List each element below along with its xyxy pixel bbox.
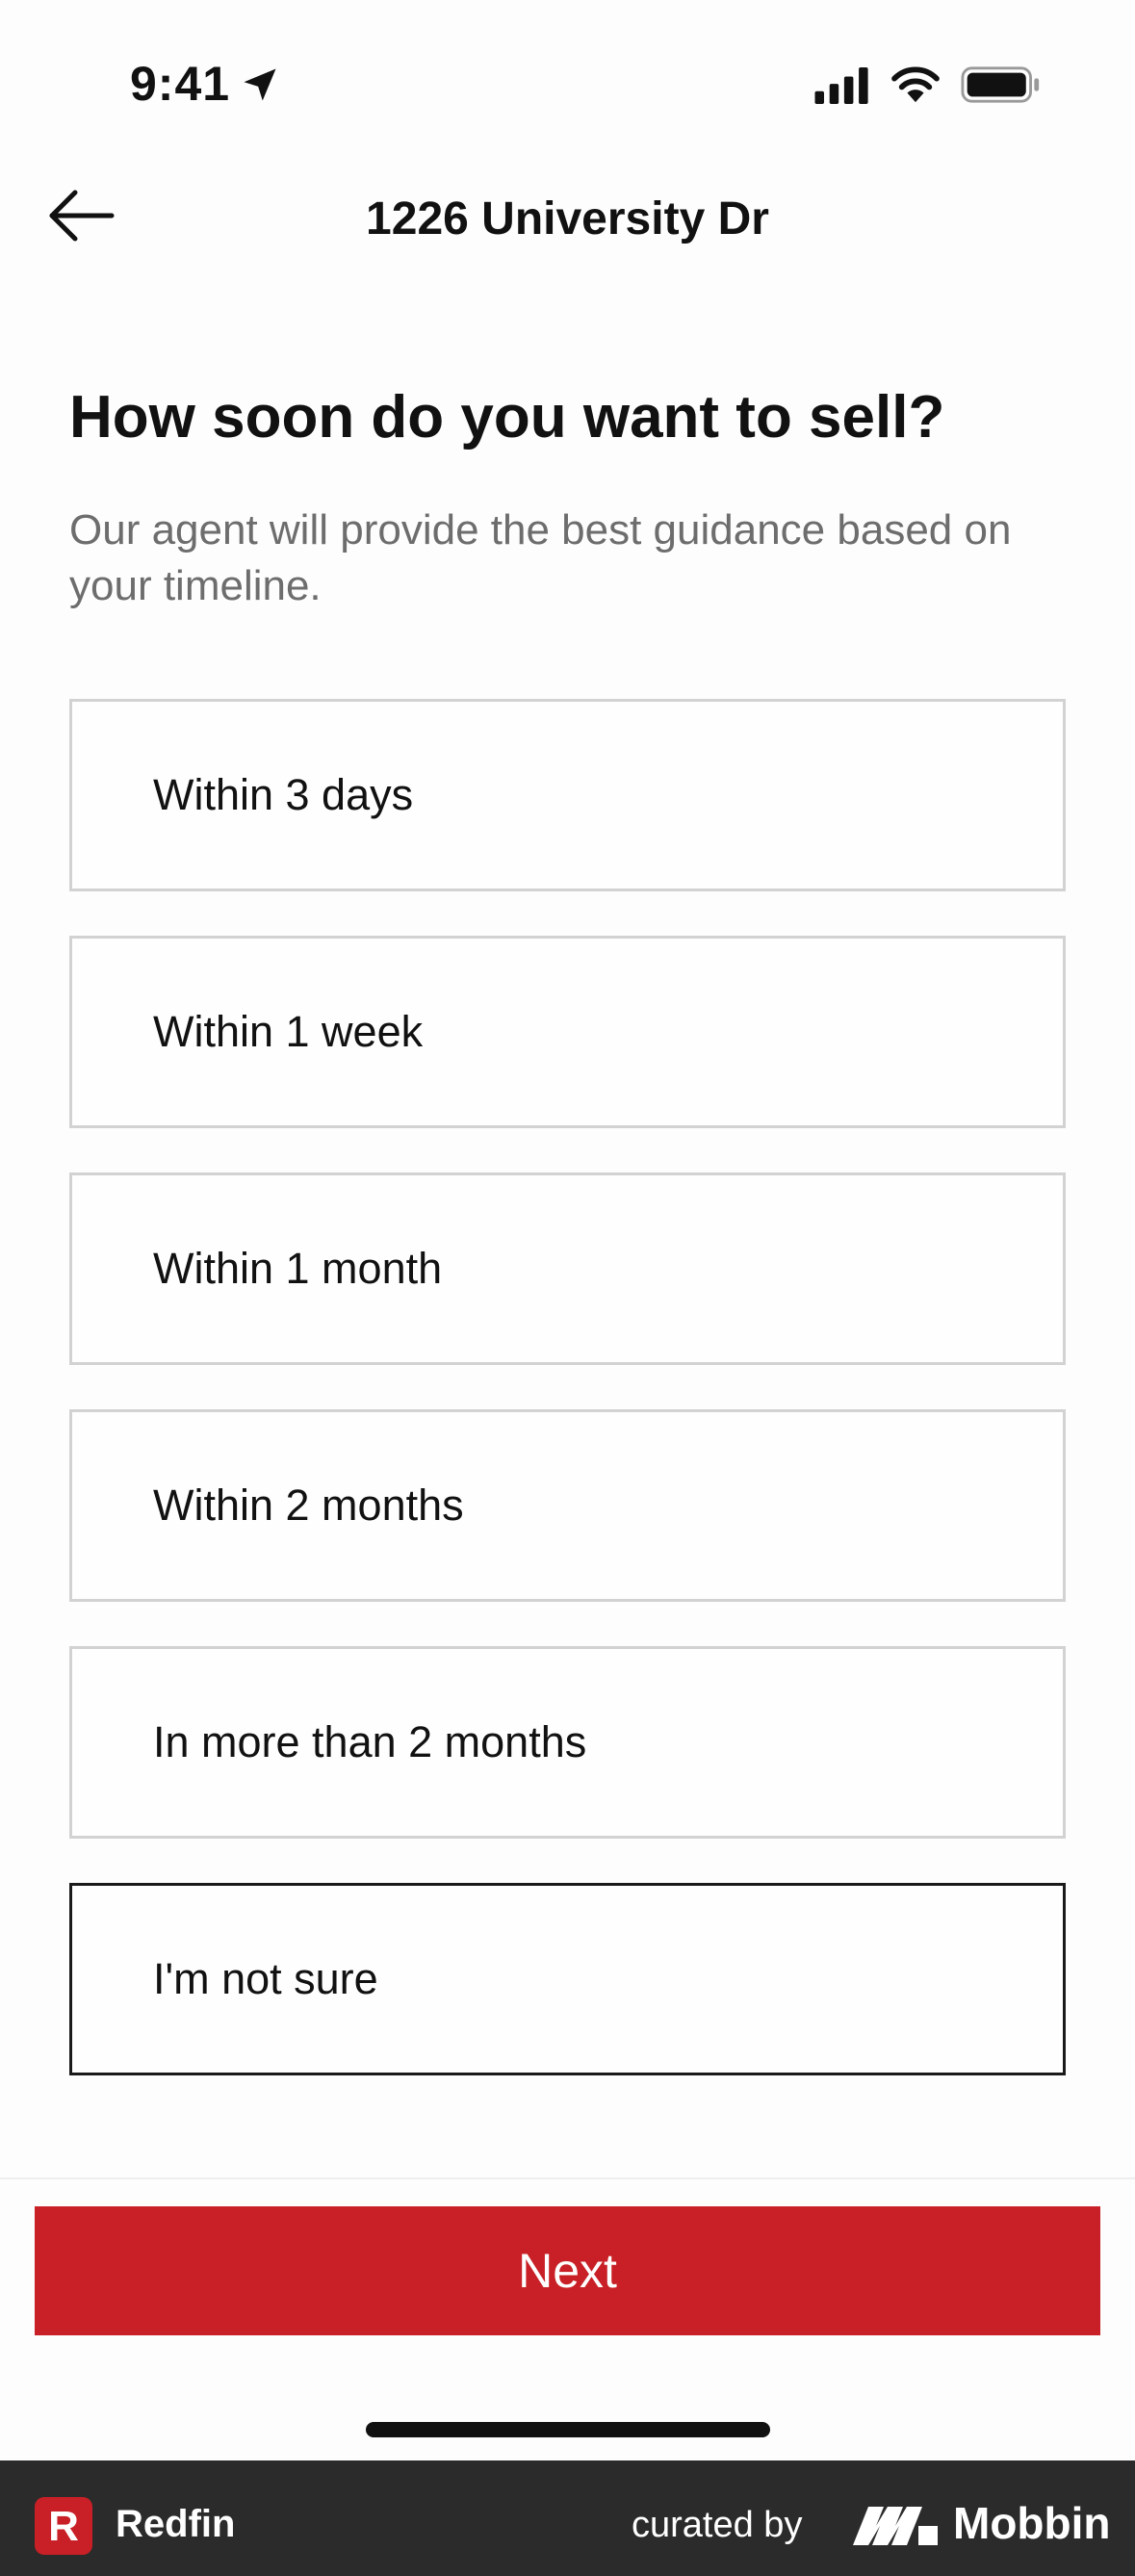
battery-icon	[961, 66, 1040, 103]
option-label: In more than 2 months	[153, 1717, 587, 1766]
question-title: How soon do you want to sell?	[69, 384, 945, 451]
curated-by-label: curated by	[632, 2505, 803, 2545]
option-label: I'm not sure	[153, 1954, 378, 2003]
location-arrow-icon	[244, 68, 276, 101]
cellular-signal-icon	[814, 67, 868, 104]
option-label: Within 1 week	[153, 1007, 424, 1056]
home-indicator	[366, 2422, 770, 2437]
nav-bar: 1226 University Dr	[0, 164, 1135, 270]
option-within-2-months[interactable]: Within 2 months	[69, 1409, 1066, 1602]
next-button[interactable]: Next	[35, 2206, 1100, 2335]
status-bar: 9:41	[0, 0, 1135, 164]
attribution-bar: R Redfin curated by Mobbin	[0, 2460, 1135, 2576]
timeline-options: Within 3 days Within 1 week Within 1 mon…	[69, 699, 1066, 2120]
redfin-logo-letter: R	[48, 2503, 79, 2550]
option-label: Within 1 month	[153, 1244, 443, 1293]
wifi-icon	[891, 66, 940, 103]
footer-divider	[0, 2177, 1135, 2179]
option-within-3-days[interactable]: Within 3 days	[69, 699, 1066, 891]
option-within-1-month[interactable]: Within 1 month	[69, 1172, 1066, 1365]
nav-title: 1226 University Dr	[366, 193, 769, 245]
option-within-1-week[interactable]: Within 1 week	[69, 936, 1066, 1128]
option-label: Within 3 days	[153, 770, 414, 819]
app-name: Redfin	[116, 2503, 236, 2545]
mobbin-logo-icon	[853, 2507, 938, 2545]
option-not-sure[interactable]: I'm not sure	[69, 1883, 1066, 2075]
question-subtitle: Our agent will provide the best guidance…	[69, 506, 1012, 609]
mobbin-brand: Mobbin	[953, 2498, 1111, 2548]
option-label: Within 2 months	[153, 1481, 464, 1530]
redfin-logo-icon: R	[35, 2497, 92, 2555]
status-time: 9:41	[130, 57, 231, 111]
option-more-than-2-months[interactable]: In more than 2 months	[69, 1646, 1066, 1839]
